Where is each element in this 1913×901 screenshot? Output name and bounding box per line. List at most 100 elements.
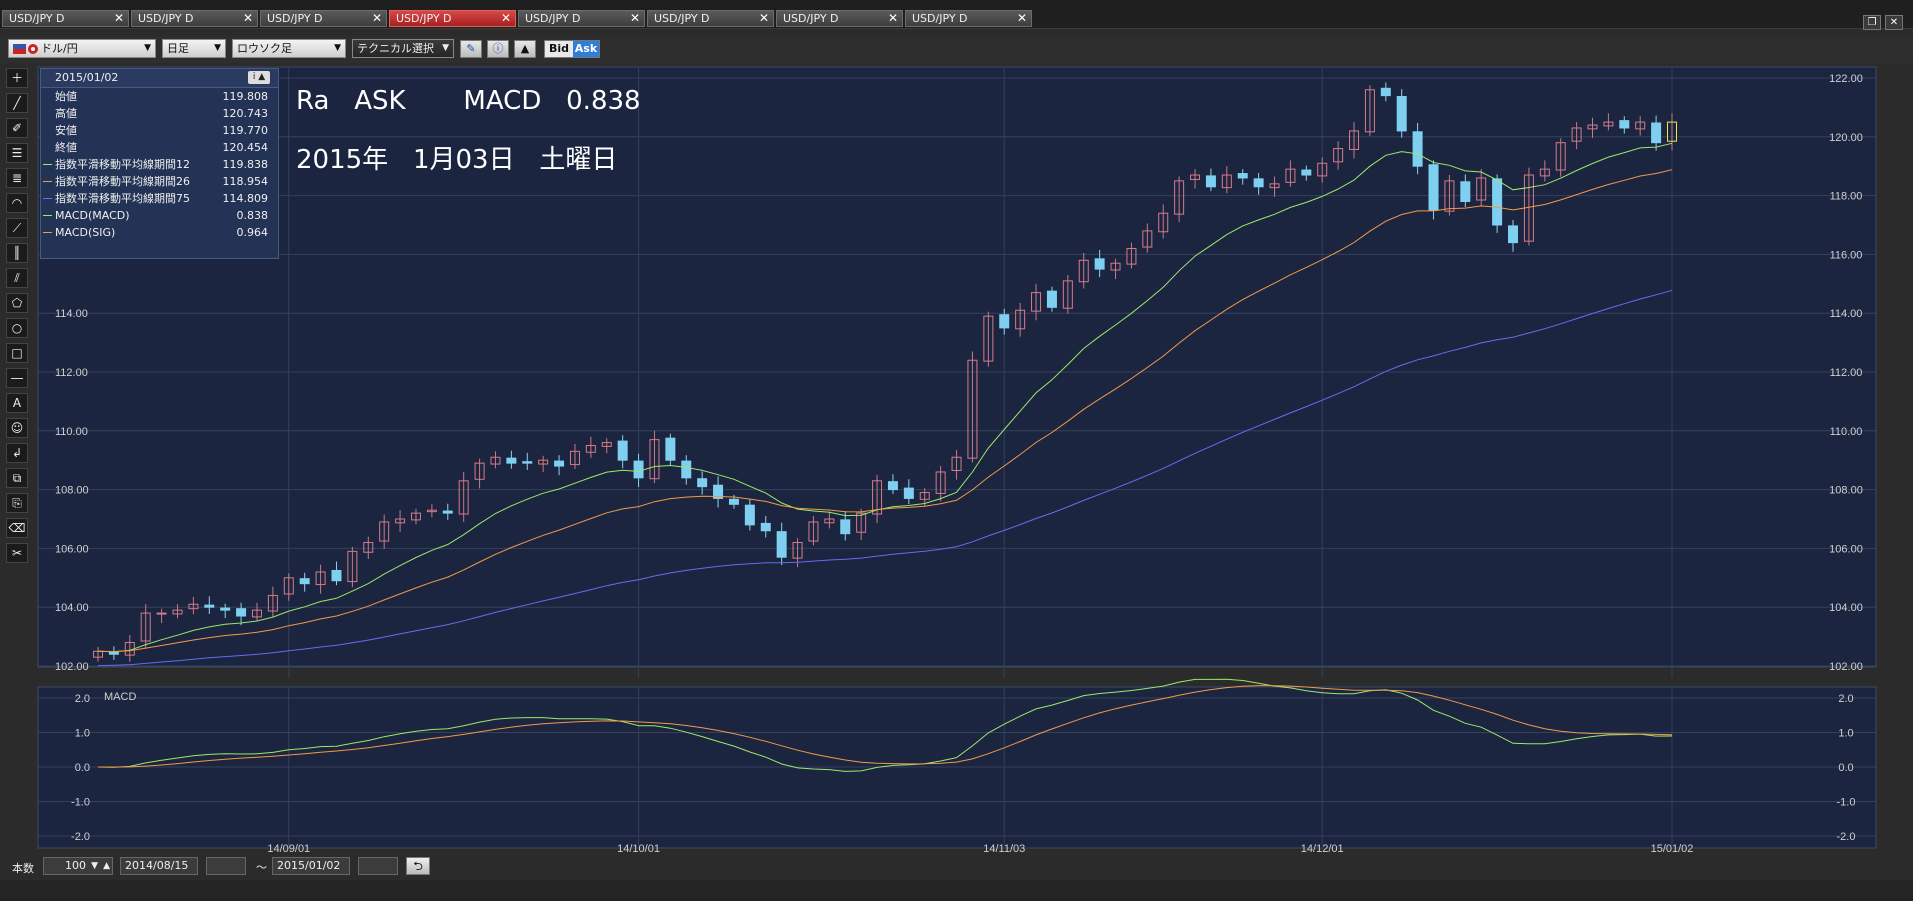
y-tick-label-right: 102.00 <box>1829 661 1863 673</box>
candle-body <box>108 651 119 655</box>
candle-body <box>204 604 215 608</box>
from-time-field[interactable] <box>206 857 246 875</box>
y-tick-label-left: 108.00 <box>55 485 89 497</box>
candle-body <box>776 531 787 558</box>
macd-y-tick-right: 1.0 <box>1838 728 1853 740</box>
info-row-label: 安値 <box>55 124 77 137</box>
info-toggle-icon[interactable]: i ▲ <box>248 71 270 84</box>
candle-body <box>236 608 247 617</box>
y-tick-label-right: 106.00 <box>1829 543 1863 555</box>
candle-body <box>903 487 914 499</box>
refresh-icon[interactable]: ⮌ <box>406 857 430 875</box>
info-row-label: 指数平滑移動平均線期間75 <box>55 192 190 205</box>
candle-body <box>1301 169 1312 176</box>
date-overlay-line2: 2015年 1月03日 土曜日 <box>296 145 618 175</box>
info-row: MACD(MACD) 0.838 <box>41 207 278 224</box>
candle-body <box>1492 178 1503 226</box>
candle-body <box>442 510 453 514</box>
x-tick-label: 14/12/01 <box>1301 843 1344 854</box>
macd-y-tick-right: -2.0 <box>1837 831 1856 843</box>
info-row-value: 120.743 <box>222 107 269 120</box>
y-tick-label-right: 122.00 <box>1829 73 1863 85</box>
y-tick-label-right: 114.00 <box>1830 308 1863 320</box>
chevron-down-icon[interactable]: ▼ <box>91 858 98 874</box>
info-row-value: 119.838 <box>222 158 269 171</box>
info-row: 指数平滑移動平均線期間12 119.838 <box>41 156 278 173</box>
y-tick-label-left: 114.00 <box>55 308 88 320</box>
info-row-label: MACD(MACD) <box>55 209 130 222</box>
info-date: 2015/01/02 <box>55 71 119 84</box>
macd-y-tick-left: -1.0 <box>71 797 90 809</box>
candle-body <box>840 519 851 535</box>
y-tick-label-right: 108.00 <box>1829 485 1863 497</box>
macd-y-tick-right: -1.0 <box>1837 797 1856 809</box>
candle-body <box>1460 181 1471 202</box>
series-swatch <box>43 198 52 199</box>
candle-body <box>760 522 771 532</box>
series-swatch <box>43 232 52 233</box>
info-row-label: 始値 <box>55 90 77 103</box>
candle-body <box>999 314 1010 329</box>
count-value: 100 <box>65 859 86 872</box>
count-select[interactable]: 100 ▼ ▲ <box>43 857 113 875</box>
macd-y-tick-left: 2.0 <box>75 693 90 705</box>
range-separator: ～ <box>256 861 267 874</box>
series-swatch <box>43 215 52 216</box>
to-time-field[interactable] <box>358 857 398 875</box>
info-row-label: 高値 <box>55 107 77 120</box>
status-strip <box>0 880 1913 901</box>
info-row: 指数平滑移動平均線期間26 118.954 <box>41 173 278 190</box>
y-tick-label-right: 110.00 <box>1830 426 1863 438</box>
y-tick-label-right: 104.00 <box>1829 602 1863 614</box>
macd-y-tick-right: 2.0 <box>1838 693 1853 705</box>
candle-body <box>681 460 692 479</box>
candle-body <box>1412 131 1423 167</box>
from-date-field[interactable]: 2014/08/15 <box>120 857 198 875</box>
candle-body <box>1428 164 1439 211</box>
chevron-up-icon[interactable]: ▲ <box>103 858 110 874</box>
candle-body <box>506 457 517 464</box>
candle-body <box>1508 225 1519 244</box>
candle-body <box>1094 258 1105 270</box>
macd-panel-label: MACD <box>104 691 136 703</box>
y-tick-label-left: 112.00 <box>55 367 88 379</box>
y-tick-label-left: 110.00 <box>55 426 88 438</box>
info-row-value: 114.809 <box>222 192 269 205</box>
candle-body <box>744 504 755 526</box>
info-row: 指数平滑移動平均線期間75 114.809 <box>41 190 278 207</box>
candle-body <box>299 578 310 585</box>
info-row-value: 120.454 <box>222 141 269 154</box>
candle-body <box>887 481 898 491</box>
candle-body <box>617 440 628 461</box>
info-row: 終値 120.454 <box>41 139 278 156</box>
info-row: 始値 119.808 <box>41 88 278 105</box>
x-tick-label: 14/11/03 <box>983 843 1025 854</box>
candle-body <box>665 437 676 461</box>
info-row-value: 119.808 <box>222 90 269 103</box>
count-label: 本数 <box>12 862 34 875</box>
info-panel: 2015/01/02 i ▲ 始値 119.808 高値 120.743 安値 119.7… <box>40 68 279 259</box>
y-tick-label-left: 106.00 <box>55 543 89 555</box>
info-row: 高値 120.743 <box>41 105 278 122</box>
y-tick-label-right: 116.00 <box>1830 249 1863 261</box>
info-panel-header[interactable]: 2015/01/02 i ▲ <box>41 69 278 88</box>
info-row-value: 119.770 <box>222 124 269 137</box>
info-row-value: 0.838 <box>236 209 269 222</box>
x-tick-label: 14/09/01 <box>267 843 310 854</box>
series-swatch <box>43 181 52 182</box>
candle-body <box>1396 96 1407 132</box>
candle-body <box>633 460 644 479</box>
price-overlay-line1: Ra ASK MACD 0.838 <box>296 86 641 116</box>
info-row-label: 指数平滑移動平均線期間26 <box>55 175 190 188</box>
macd-y-tick-left: 0.0 <box>75 762 90 774</box>
price-chart[interactable]: 102.00 102.00 104.00 104.00 106.00 106.00 108.… <box>0 0 1913 854</box>
candle-body <box>1253 178 1264 188</box>
x-tick-label: 14/10/01 <box>617 843 660 854</box>
candle-body <box>522 461 533 464</box>
y-tick-label-right: 120.00 <box>1829 132 1863 144</box>
to-date-field[interactable]: 2015/01/02 <box>272 857 350 875</box>
y-tick-label-left: 104.00 <box>55 602 89 614</box>
candle-body <box>1237 173 1248 179</box>
candle-body <box>220 607 231 611</box>
candle-body <box>1205 175 1216 188</box>
